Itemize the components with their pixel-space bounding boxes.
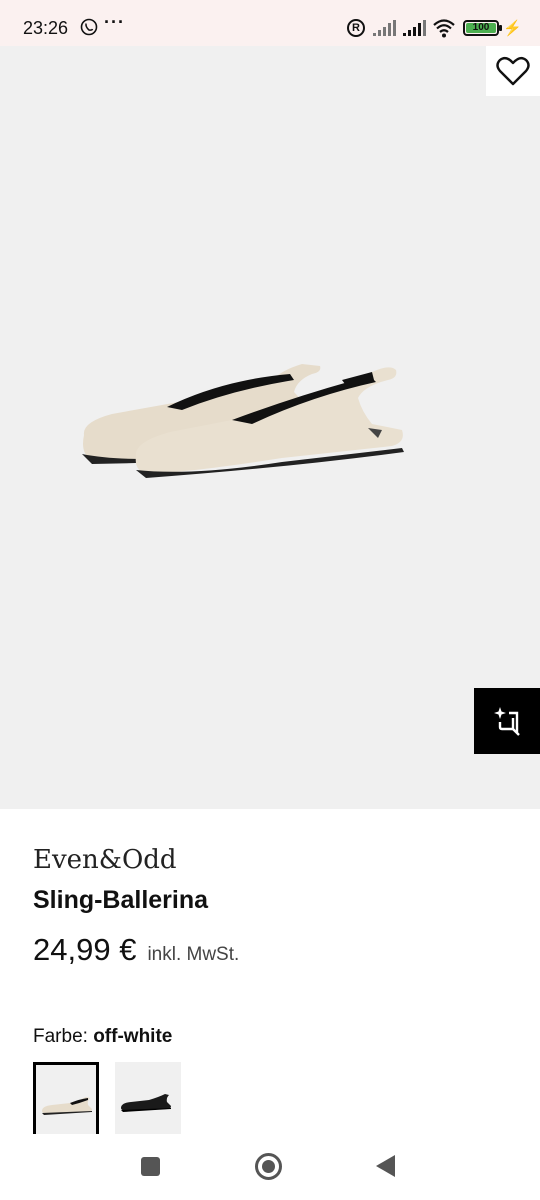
product-price: 24,99 € xyxy=(33,932,137,967)
battery-level: 100 xyxy=(466,23,496,33)
charging-icon: ⚡ xyxy=(503,20,522,37)
product-image-shoes xyxy=(82,364,404,478)
color-value: off-white xyxy=(93,1026,173,1047)
ai-visual-search-button[interactable] xyxy=(474,688,540,754)
wifi-icon xyxy=(433,19,455,38)
square-icon[interactable] xyxy=(141,1157,160,1176)
color-row: Farbe: off-white xyxy=(33,1026,172,1048)
price-row: 24,99 € inkl. MwSt. xyxy=(33,932,239,968)
status-time: 23:26 xyxy=(23,18,69,38)
viber-icon xyxy=(80,18,98,36)
signal-icon xyxy=(403,20,426,36)
product-brand[interactable]: Even&Odd xyxy=(33,845,177,875)
tax-note: inkl. MwSt. xyxy=(147,944,240,965)
color-swatch-black[interactable] xyxy=(115,1062,181,1134)
more-notifications-icon: ··· xyxy=(104,12,125,32)
color-swatch-off-white[interactable] xyxy=(33,1062,99,1134)
product-name: Sling-Ballerina xyxy=(33,886,209,914)
battery-icon: 100 xyxy=(463,20,499,36)
roaming-icon: R xyxy=(347,19,365,37)
swatch-shoe-image xyxy=(42,1097,92,1115)
sparkle-crop-icon xyxy=(494,707,520,736)
signal-icon xyxy=(373,20,396,36)
color-label: Farbe: xyxy=(33,1026,88,1047)
triangle-back-icon[interactable] xyxy=(376,1155,395,1177)
swatch-shoe-image xyxy=(121,1094,171,1112)
heart-icon xyxy=(496,56,530,86)
wishlist-button[interactable] xyxy=(486,46,540,96)
circle-home-icon[interactable] xyxy=(255,1153,282,1180)
battery-tip xyxy=(499,25,502,31)
